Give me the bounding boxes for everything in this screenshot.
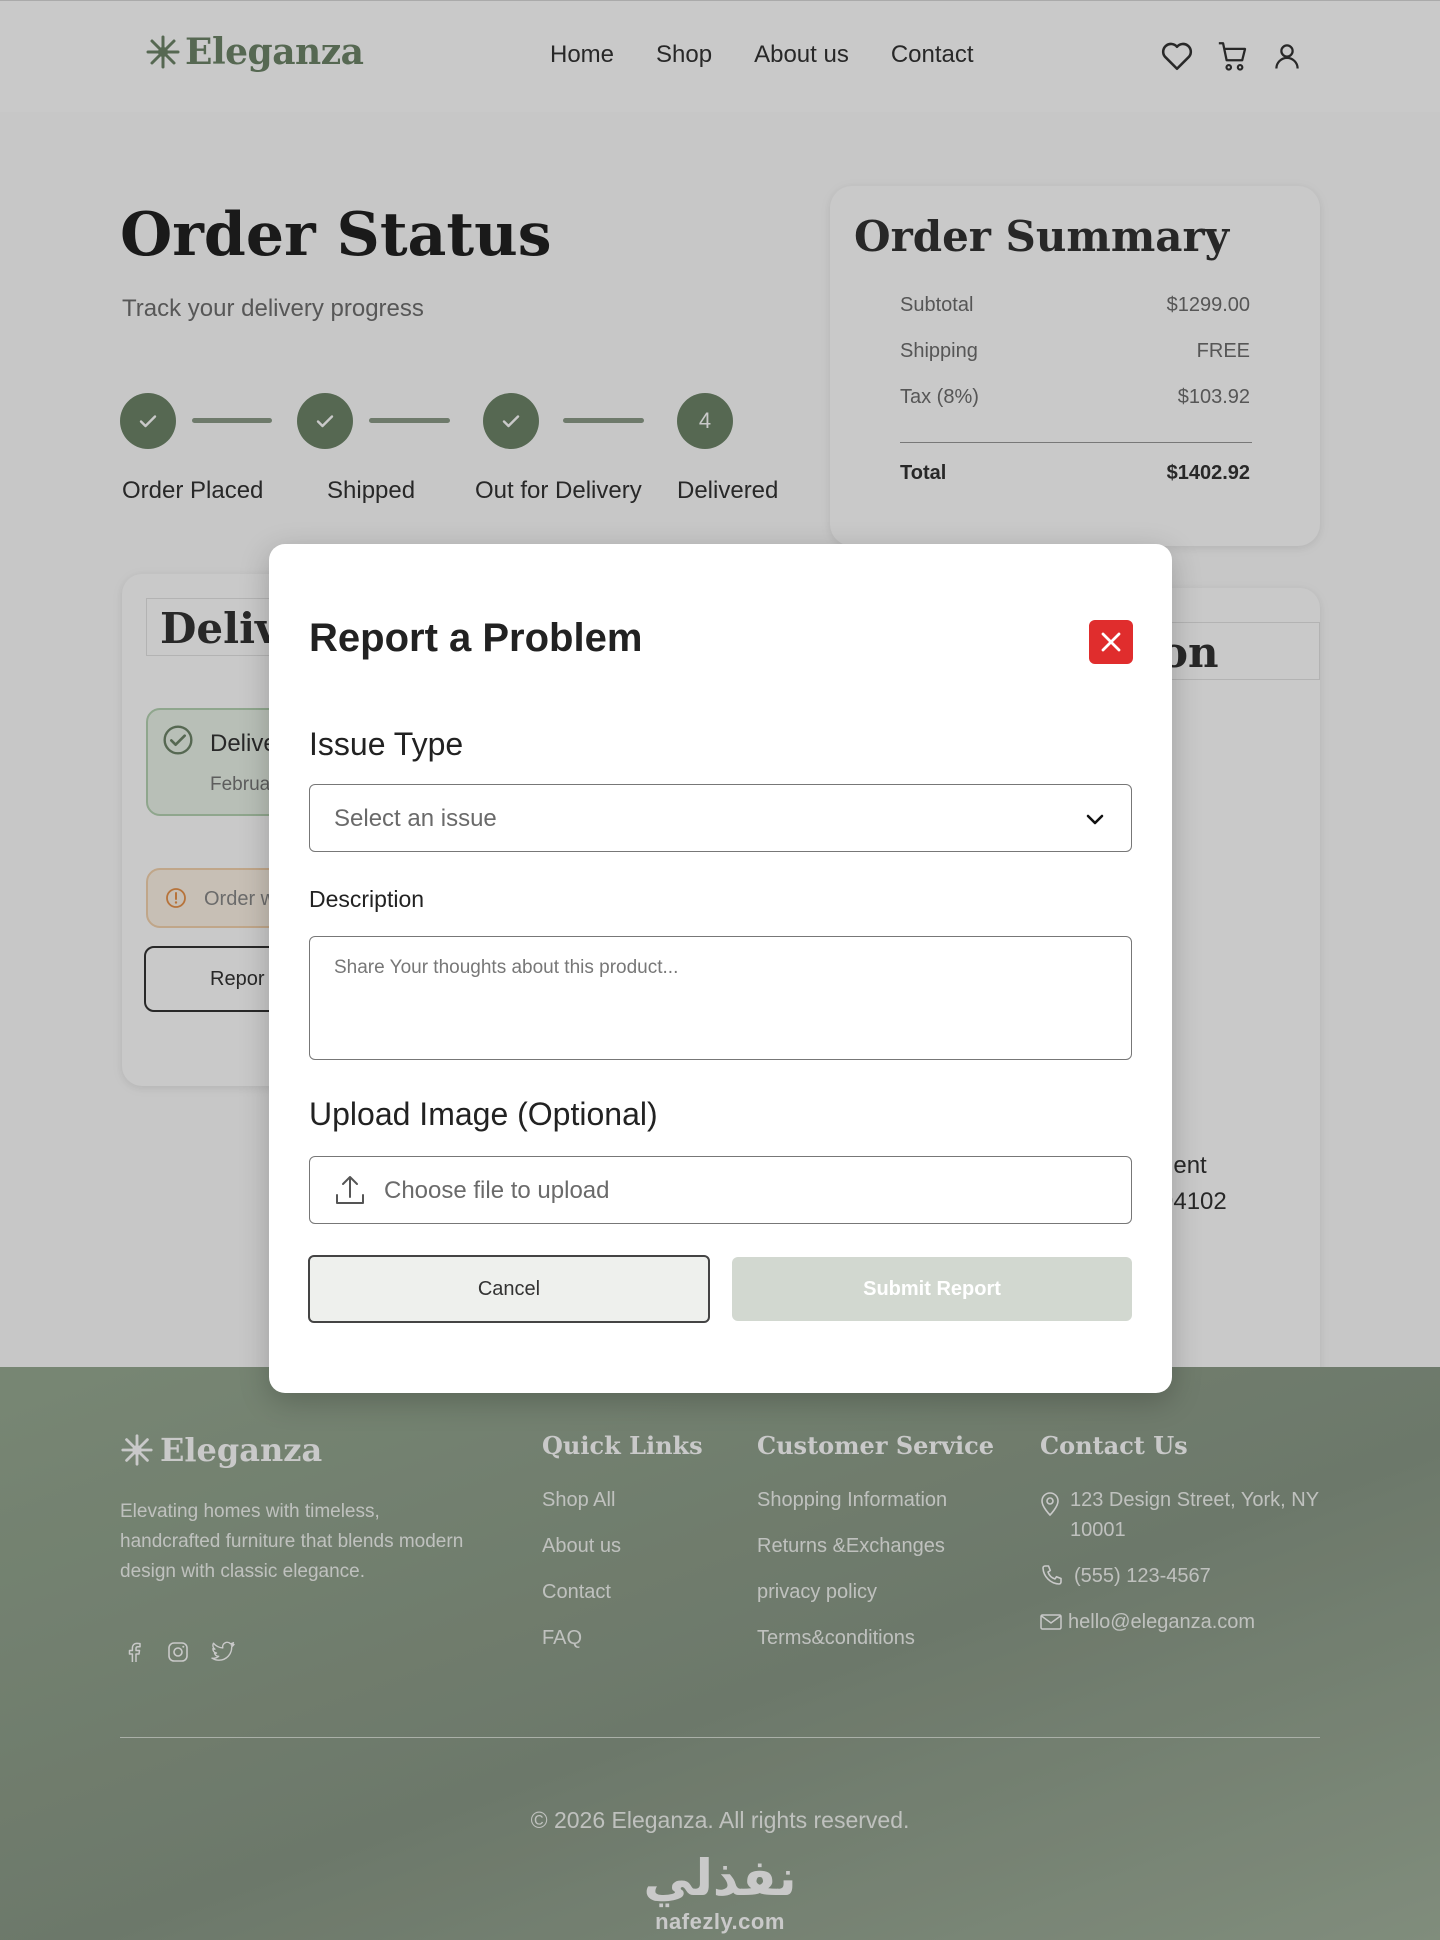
issue-select-value: Select an issue — [334, 805, 497, 832]
upload-icon — [336, 1176, 364, 1204]
cancel-button[interactable]: Cancel — [308, 1255, 710, 1323]
issue-type-select[interactable]: Select an issue — [309, 784, 1132, 852]
description-label: Description — [309, 886, 425, 912]
upload-image-label: Upload Image (Optional) — [309, 1096, 658, 1132]
report-problem-modal: Report a Problem Issue Type Select an is… — [269, 544, 1172, 1393]
chevron-down-icon — [1086, 814, 1104, 825]
submit-report-button[interactable]: Submit Report — [732, 1257, 1132, 1321]
issue-type-label: Issue Type — [309, 726, 464, 762]
close-icon — [1101, 632, 1121, 652]
description-placeholder: Share Your thoughts about this product..… — [334, 957, 679, 978]
close-button[interactable] — [1089, 620, 1133, 664]
file-upload-input[interactable]: Choose file to upload — [309, 1156, 1132, 1224]
modal-title: Report a Problem — [309, 616, 643, 660]
upload-text: Choose file to upload — [384, 1177, 610, 1204]
description-textarea[interactable]: Share Your thoughts about this product..… — [309, 936, 1132, 1060]
